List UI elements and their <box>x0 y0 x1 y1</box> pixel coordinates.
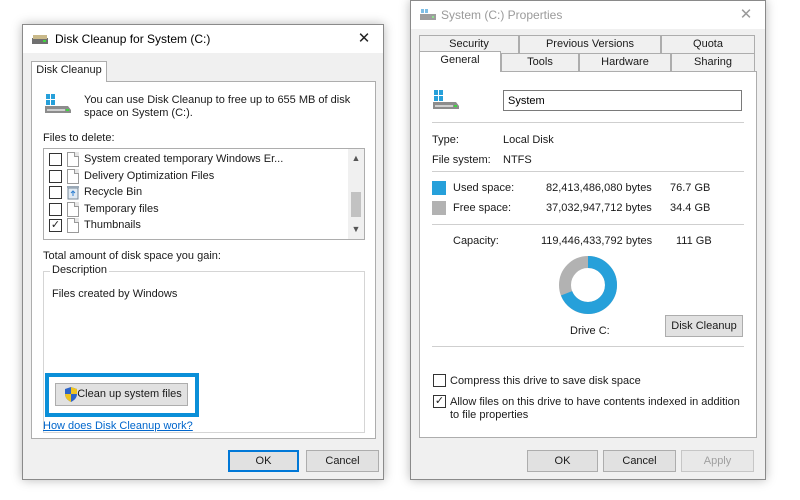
file-icon <box>67 168 79 184</box>
properties-cancel-button[interactable]: Cancel <box>603 450 676 472</box>
properties-drive-icon <box>432 90 460 110</box>
description-label: Description <box>50 264 110 276</box>
tab-hardware[interactable]: Hardware <box>579 53 671 72</box>
file-row-checkbox[interactable] <box>49 186 62 199</box>
capacity-label: Capacity: <box>453 235 499 247</box>
properties-window: System (C:) Properties ✕ Security Previo… <box>410 0 766 480</box>
type-value: Local Disk <box>503 134 554 146</box>
file-icon <box>67 201 79 217</box>
type-label: Type: <box>432 134 459 146</box>
free-space-bytes: 37,032,947,712 bytes <box>546 202 652 214</box>
tab-tools[interactable]: Tools <box>501 53 579 72</box>
file-icon <box>67 218 79 233</box>
file-row-label: Thumbnails <box>84 219 141 231</box>
description-group: Description Files created by Windows Cle… <box>43 264 365 433</box>
tab-sharing[interactable]: Sharing <box>671 53 755 72</box>
disk-cleanup-app-icon <box>32 34 48 45</box>
tab-quota-label: Quota <box>693 38 723 50</box>
tab-hardware-label: Hardware <box>601 56 649 68</box>
used-space-label: Used space: <box>453 182 515 194</box>
properties-app-icon <box>420 9 436 21</box>
filesystem-value: NTFS <box>503 154 532 166</box>
free-space-gb: 34.4 GB <box>670 202 711 214</box>
total-space-label: Total amount of disk space you gain: <box>43 250 221 262</box>
drive-name-input[interactable] <box>503 90 742 111</box>
disk-cleanup-window: Disk Cleanup for System (C:) ✕ Disk Clea… <box>22 24 384 480</box>
clean-up-system-files-button[interactable]: Clean up system files <box>55 383 188 406</box>
scroll-up-icon[interactable]: ▲ <box>349 151 363 165</box>
general-panel: Type: Local Disk File system: NTFS Used … <box>419 71 757 438</box>
tab-general-label: General <box>440 54 480 66</box>
tab-sharing-label: Sharing <box>694 56 732 68</box>
uac-shield-icon <box>64 387 78 402</box>
separator-1 <box>432 122 744 123</box>
file-row[interactable]: Recycle Bin <box>44 185 344 201</box>
free-space-swatch <box>432 201 446 215</box>
free-space-label: Free space: <box>453 202 512 214</box>
compress-checkbox[interactable] <box>433 374 446 387</box>
file-row-label: System created temporary Windows Er... <box>84 153 284 165</box>
tab-previous-versions-label: Previous Versions <box>545 38 635 50</box>
file-row-checkbox[interactable] <box>49 202 62 216</box>
properties-ok-button[interactable]: OK <box>527 450 598 472</box>
files-scrollbar[interactable]: ▲ ▼ <box>348 149 364 239</box>
scroll-thumb[interactable] <box>351 192 361 217</box>
file-row[interactable]: ✓ Thumbnails <box>44 218 344 234</box>
used-space-gb: 76.7 GB <box>670 182 711 194</box>
separator-4 <box>432 346 744 347</box>
drive-icon <box>44 94 72 114</box>
file-row-checkbox[interactable] <box>49 169 62 183</box>
tab-general[interactable]: General <box>419 51 501 72</box>
index-checkbox[interactable]: ✓ <box>433 395 446 408</box>
disk-cleanup-cancel-button[interactable]: Cancel <box>306 450 379 472</box>
properties-apply-button[interactable]: Apply <box>681 450 754 472</box>
file-icon <box>67 152 79 167</box>
files-to-delete-label: Files to delete: <box>43 132 115 144</box>
recycle-bin-icon <box>67 185 79 200</box>
files-list[interactable]: System created temporary Windows Er... De… <box>43 148 365 240</box>
tab-previous-versions[interactable]: Previous Versions <box>519 35 661 54</box>
file-row-label: Temporary files <box>84 202 159 215</box>
disk-cleanup-titlebar: Disk Cleanup for System (C:) ✕ <box>23 25 383 53</box>
filesystem-label: File system: <box>432 154 491 166</box>
properties-titlebar: System (C:) Properties ✕ <box>411 1 765 29</box>
tab-disk-cleanup[interactable]: Disk Cleanup <box>31 61 107 82</box>
used-space-bytes: 82,413,486,080 bytes <box>546 182 652 194</box>
tab-tools-label: Tools <box>527 56 553 68</box>
disk-cleanup-panel: You can use Disk Cleanup to free up to 6… <box>31 81 376 439</box>
tab-security-label: Security <box>449 38 489 50</box>
disk-cleanup-close-button[interactable]: ✕ <box>351 28 377 50</box>
used-space-swatch <box>432 181 446 195</box>
clean-up-system-files-label: Clean up system files <box>77 388 182 400</box>
disk-cleanup-title: Disk Cleanup for System (C:) <box>55 32 211 46</box>
properties-disk-cleanup-button[interactable]: Disk Cleanup <box>665 315 743 337</box>
file-row-checkbox[interactable] <box>49 153 62 166</box>
index-label: Allow files on this drive to have conten… <box>450 396 740 421</box>
file-row-checkbox[interactable]: ✓ <box>49 219 62 232</box>
help-link[interactable]: How does Disk Cleanup work? <box>43 420 193 432</box>
disk-usage-donut <box>559 256 617 314</box>
tab-quota[interactable]: Quota <box>661 35 755 54</box>
file-row[interactable]: Temporary files <box>44 201 344 218</box>
file-row-label: Recycle Bin <box>84 186 143 198</box>
description-text: Files created by Windows <box>52 288 178 300</box>
properties-title: System (C:) Properties <box>441 8 563 22</box>
properties-close-button[interactable]: ✕ <box>733 4 759 26</box>
disk-cleanup-ok-button[interactable]: OK <box>228 450 299 472</box>
tab-disk-cleanup-label: Disk Cleanup <box>36 64 102 76</box>
cleanup-summary-text: You can use Disk Cleanup to free up to 6… <box>84 94 351 119</box>
capacity-gb: 111 GB <box>676 235 712 247</box>
separator-3 <box>432 224 744 225</box>
file-row[interactable]: Delivery Optimization Files <box>44 168 344 185</box>
separator-2 <box>432 171 744 172</box>
drive-c-label: Drive C: <box>570 325 610 337</box>
file-row-label: Delivery Optimization Files <box>84 169 215 182</box>
compress-label: Compress this drive to save disk space <box>450 375 641 387</box>
scroll-down-icon[interactable]: ▼ <box>349 222 363 236</box>
capacity-bytes: 119,446,433,792 bytes <box>541 235 653 247</box>
file-row[interactable]: System created temporary Windows Er... <box>44 152 344 168</box>
